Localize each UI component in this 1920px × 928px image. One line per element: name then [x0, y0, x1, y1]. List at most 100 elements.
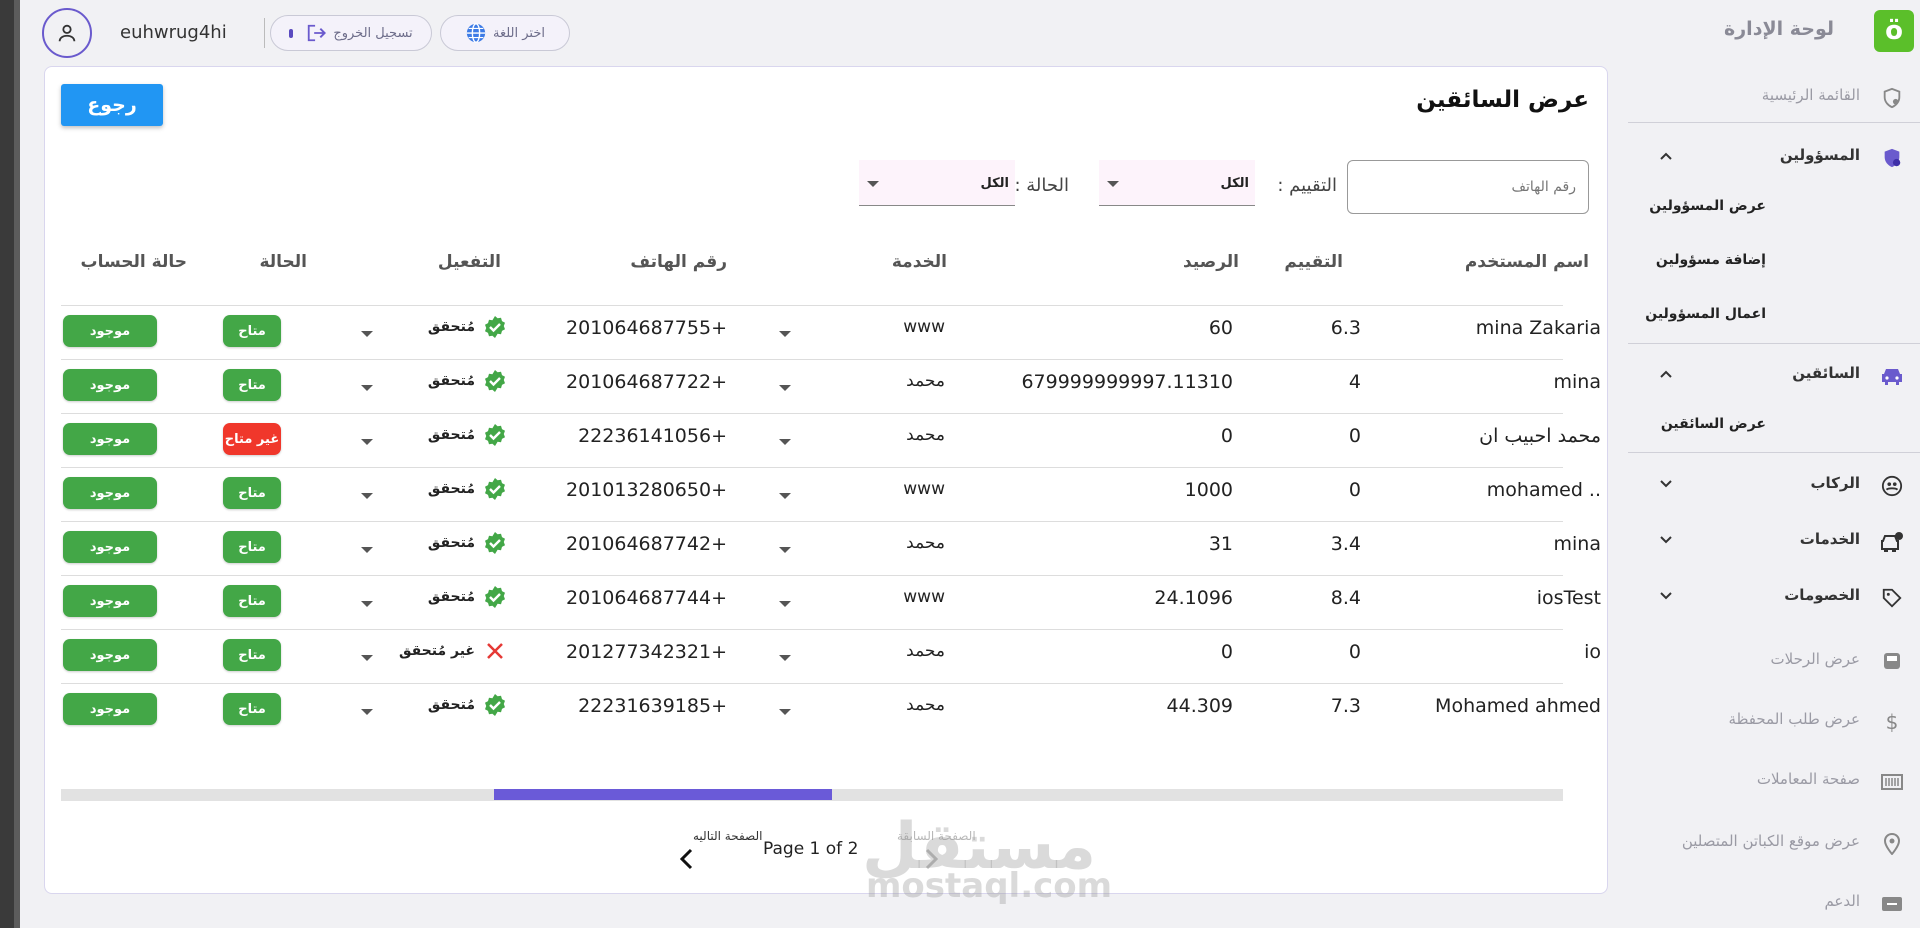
status-badge[interactable]: غير متاح — [223, 423, 281, 455]
chevron-up-icon[interactable] — [1658, 148, 1674, 164]
activation-dropdown-caret-icon[interactable] — [361, 655, 373, 661]
row-divider — [61, 305, 1563, 306]
service-dropdown-caret-icon[interactable] — [779, 601, 791, 607]
service-dropdown-caret-icon[interactable] — [779, 655, 791, 661]
cell-activation: مُتحقق — [428, 585, 507, 609]
back-button[interactable]: رجوع — [61, 84, 163, 126]
cell-balance: 24.1096 — [1154, 587, 1233, 609]
sidebar-item-drivers[interactable]: السائقين — [1628, 352, 1920, 398]
sidebar-label: الركاب — [1810, 474, 1860, 492]
account-status-badge[interactable]: موجود — [63, 585, 157, 617]
cell-balance: 31 — [1208, 533, 1233, 555]
phone-search-input[interactable] — [1347, 160, 1589, 214]
rating-filter-select[interactable]: الكل — [1099, 160, 1255, 206]
row-divider — [61, 413, 1563, 414]
cell-username: mina — [1553, 371, 1601, 393]
chevron-up-icon[interactable] — [1658, 366, 1674, 382]
chevron-down-icon[interactable] — [1658, 476, 1674, 492]
sidebar-item-wallet[interactable]: $ عرض طلب المحفظة — [1628, 698, 1920, 744]
service-dropdown-caret-icon[interactable] — [779, 439, 791, 445]
activation-label: مُتحقق — [427, 427, 475, 443]
account-status-badge[interactable]: موجود — [63, 369, 157, 401]
cell-service: محمد — [906, 641, 945, 661]
activation-dropdown-caret-icon[interactable] — [361, 709, 373, 715]
next-page-label[interactable]: الصفحة التاليه — [693, 829, 762, 843]
sidebar-subitem-view-admins[interactable]: عرض المسؤولين — [1649, 198, 1766, 214]
language-button[interactable]: اختر اللغة — [440, 15, 570, 51]
account-status-badge[interactable]: موجود — [63, 423, 157, 455]
cell-rating: 8.4 — [1330, 587, 1361, 609]
top-bar: euhwrug4hi تسجيل الخروج اختر اللغة لوحة … — [20, 0, 1920, 62]
app-window: euhwrug4hi تسجيل الخروج اختر اللغة لوحة … — [14, 0, 1920, 928]
service-dropdown-caret-icon[interactable] — [779, 385, 791, 391]
sidebar-item-support[interactable]: الدعم — [1628, 880, 1920, 926]
col-header-balance[interactable]: الرصيد — [1183, 252, 1239, 272]
account-status-badge[interactable]: موجود — [63, 477, 157, 509]
activation-dropdown-caret-icon[interactable] — [361, 493, 373, 499]
mic-icon — [289, 28, 294, 38]
activation-label: مُتحقق — [427, 319, 475, 335]
sidebar-label: المسؤولين — [1779, 146, 1860, 164]
service-dropdown-caret-icon[interactable] — [779, 493, 791, 499]
cell-service: محمد — [906, 371, 945, 391]
status-badge[interactable]: متاح — [223, 369, 281, 401]
activation-dropdown-caret-icon[interactable] — [361, 385, 373, 391]
activation-label: مُتحقق — [427, 535, 475, 551]
col-header-activation[interactable]: التفعيل — [438, 252, 501, 272]
activation-dropdown-caret-icon[interactable] — [361, 601, 373, 607]
close-icon — [487, 643, 503, 659]
status-badge[interactable]: متاح — [223, 315, 281, 347]
sidebar-item-home[interactable]: القائمة الرئيسية — [1628, 74, 1920, 120]
status-filter-value: الكل — [980, 176, 1009, 191]
sidebar-item-services[interactable]: الخدمات — [1628, 518, 1920, 564]
logout-button[interactable]: تسجيل الخروج — [270, 15, 432, 51]
sidebar-item-riders[interactable]: الركاب — [1628, 462, 1920, 508]
chevron-down-icon[interactable] — [1658, 532, 1674, 548]
status-badge[interactable]: متاح — [223, 531, 281, 563]
status-badge[interactable]: متاح — [223, 477, 281, 509]
account-status-badge[interactable]: موجود — [63, 639, 157, 671]
sidebar-subitem-add-admin[interactable]: إضافة مسؤولين — [1656, 252, 1766, 268]
col-header-status[interactable]: الحالة — [259, 252, 307, 272]
cell-username: mina Zakaria — [1475, 317, 1601, 339]
scrollbar-thumb[interactable] — [494, 789, 832, 800]
col-header-phone[interactable]: رقم الهاتف — [630, 252, 727, 272]
status-badge[interactable]: متاح — [223, 639, 281, 671]
sidebar-item-trips[interactable]: عرض الرحلات — [1628, 638, 1920, 684]
activation-dropdown-caret-icon[interactable] — [361, 547, 373, 553]
row-divider — [61, 575, 1563, 576]
service-dropdown-caret-icon[interactable] — [779, 709, 791, 715]
account-status-badge[interactable]: موجود — [63, 693, 157, 725]
service-dropdown-caret-icon[interactable] — [779, 547, 791, 553]
col-header-service[interactable]: الخدمة — [892, 252, 947, 272]
sidebar-item-transactions[interactable]: صفحة المعاملات — [1628, 758, 1920, 804]
sidebar-item-discounts[interactable]: الخصومات — [1628, 574, 1920, 620]
status-filter-select[interactable]: الكل — [859, 160, 1015, 206]
sidebar: القائمة الرئيسية المسؤولين عرض المسؤولين… — [1628, 62, 1920, 928]
sidebar-label: عرض موقع الكباتن المتصلين — [1681, 832, 1860, 850]
rating-filter-value: الكل — [1220, 176, 1249, 191]
col-header-account-status[interactable]: حالة الحساب — [81, 252, 187, 272]
chevron-left-icon[interactable] — [677, 847, 697, 871]
col-header-username[interactable]: اسم المستخدم — [1465, 252, 1589, 272]
cell-phone: 201277342321+ — [566, 641, 727, 663]
activation-label: غير مُتحقق — [398, 643, 475, 659]
sidebar-item-captains-location[interactable]: عرض موقع الكباتن المتصلين — [1628, 820, 1920, 866]
sidebar-subitem-view-drivers[interactable]: عرض السائقين — [1661, 416, 1766, 432]
service-dropdown-caret-icon[interactable] — [779, 331, 791, 337]
status-badge[interactable]: متاح — [223, 585, 281, 617]
row-divider — [61, 467, 1563, 468]
cell-balance: 679999999997.11310 — [1021, 371, 1233, 393]
activation-dropdown-caret-icon[interactable] — [361, 439, 373, 445]
sidebar-subitem-admin-actions[interactable]: اعمال المسؤولين — [1645, 306, 1766, 322]
status-badge[interactable]: متاح — [223, 693, 281, 725]
sidebar-item-admins[interactable]: المسؤولين — [1628, 134, 1920, 180]
activation-dropdown-caret-icon[interactable] — [361, 331, 373, 337]
account-status-badge[interactable]: موجود — [63, 315, 157, 347]
col-header-rating[interactable]: التقييم — [1284, 252, 1343, 272]
account-status-badge[interactable]: موجود — [63, 531, 157, 563]
status-filter-label: الحالة : — [1014, 175, 1069, 196]
user-avatar[interactable] — [42, 8, 92, 58]
row-divider — [61, 521, 1563, 522]
chevron-down-icon[interactable] — [1658, 588, 1674, 604]
